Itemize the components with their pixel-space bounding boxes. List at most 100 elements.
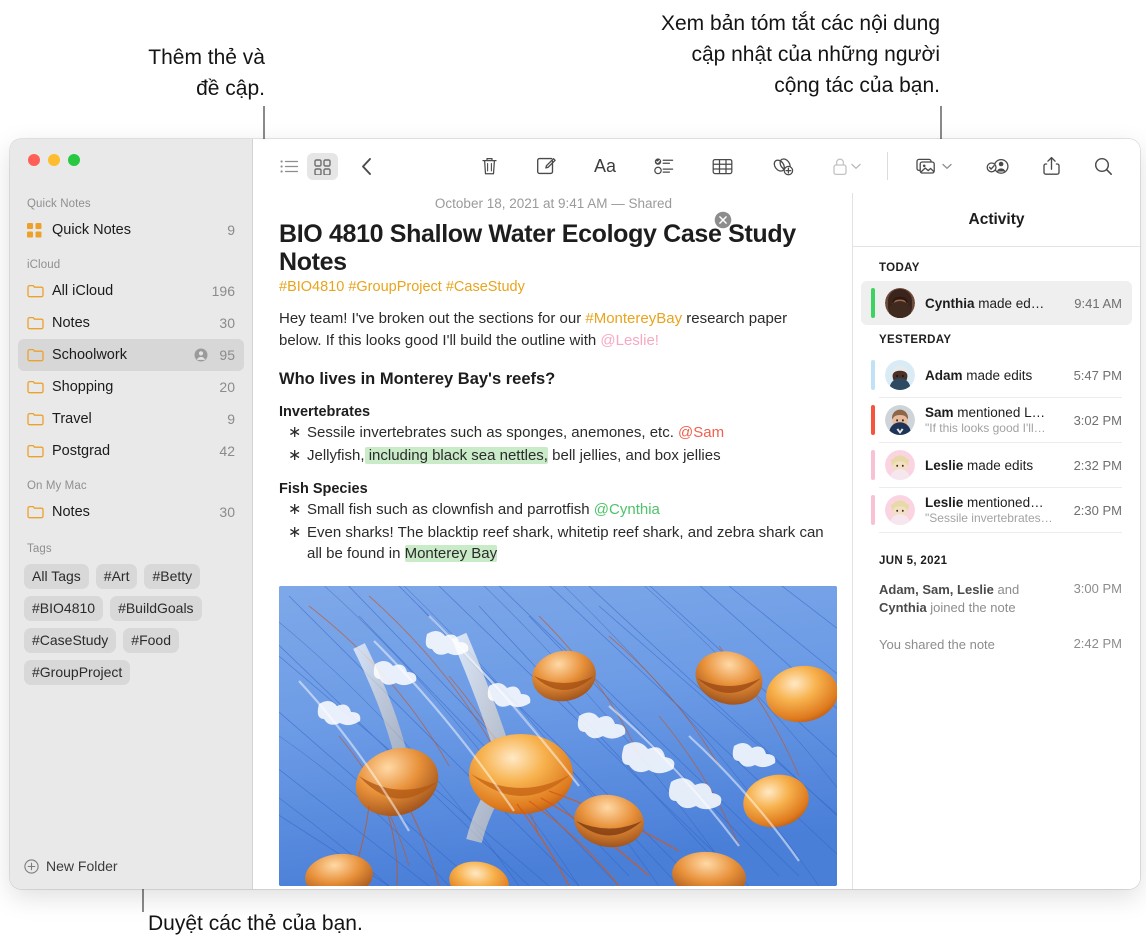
chevron-down-icon	[942, 163, 952, 170]
tag-chip-bio4810[interactable]: #BIO4810	[24, 596, 104, 622]
close-window-button[interactable]	[28, 154, 40, 166]
sidebar-item-shopping[interactable]: Shopping 20	[18, 371, 244, 403]
note-editor[interactable]: October 18, 2021 at 9:41 AM — Shared BIO…	[253, 193, 853, 889]
activity-joined-mid: and	[993, 582, 1020, 597]
activity-joined-text: Adam, Sam, Leslie and Cynthia joined the…	[879, 581, 1066, 617]
notes-window: Quick Notes Quick Notes 9 iCloud All iCl…	[10, 139, 1140, 889]
activity-item-you-shared: You shared the note 2:42 PM	[853, 624, 1140, 661]
activity-group-title-yesterday: YESTERDAY	[879, 334, 952, 346]
minimize-window-button[interactable]	[48, 154, 60, 166]
sidebar-item-label: Notes	[52, 504, 90, 520]
tag-chip-buildgoals[interactable]: #BuildGoals	[110, 596, 202, 622]
avatar	[885, 405, 915, 435]
intro-mention-leslie[interactable]: @Leslie!	[600, 332, 659, 349]
gallery-view-icon[interactable]	[307, 152, 338, 180]
activity-action: made edits	[963, 457, 1034, 473]
bullet-text-pre: Even sharks! The blacktip reef shark, wh…	[307, 524, 824, 562]
sidebar-item-schoolwork[interactable]: Schoolwork 95	[18, 339, 244, 371]
sidebar-scroll-area[interactable]: Quick Notes Quick Notes 9 iCloud All iCl…	[10, 191, 252, 841]
checklist-icon[interactable]	[648, 152, 680, 180]
note-bullet-list-invertebrates: Sessile invertebrates such as sponges, a…	[279, 422, 828, 466]
sidebar-item-quick-notes[interactable]: Quick Notes 9	[18, 214, 244, 246]
activity-shared-text: You shared the note	[879, 637, 995, 652]
tag-chip-groupproject[interactable]: #GroupProject	[24, 660, 131, 686]
list-item: Even sharks! The blacktip reef shark, wh…	[279, 522, 828, 564]
sidebar-item-label: Travel	[52, 411, 92, 427]
add-link-icon[interactable]	[765, 152, 800, 181]
folder-icon	[27, 284, 49, 298]
note-hashtags[interactable]: #BIO4810 #GroupProject #CaseStudy	[279, 279, 828, 295]
activity-list[interactable]: TODAY Cynthia made ed… 9:41 AM YESTERDAY	[853, 247, 1140, 889]
activity-item-text: Leslie made edits	[925, 458, 1066, 473]
tag-chip-casestudy[interactable]: #CaseStudy	[24, 628, 117, 654]
activity-action: made edits	[962, 367, 1033, 383]
activity-item-adam-edits[interactable]: Adam made edits 5:47 PM	[861, 353, 1132, 397]
activity-item-quote: "Sessile invertebrates…	[925, 511, 1053, 525]
avatar	[885, 450, 915, 480]
list-item: Small fish such as clownfish and parrotf…	[279, 499, 828, 520]
search-icon[interactable]	[1088, 152, 1119, 181]
list-view-icon[interactable]	[274, 154, 305, 179]
intro-hashtag[interactable]: #MontereyBay	[585, 310, 682, 327]
activity-item-title: Leslie made edits	[925, 458, 1066, 473]
tag-chip-food[interactable]: #Food	[123, 628, 179, 654]
toolbar-divider	[887, 152, 888, 180]
note-date: October 18, 2021 at 9:41 AM — Shared	[434, 196, 673, 211]
jellyfish-photo[interactable]	[279, 586, 837, 886]
shared-folder-icon	[194, 348, 208, 362]
sidebar-item-notes-icloud[interactable]: Notes 30	[18, 307, 244, 339]
mention-cynthia[interactable]: @Cynthia	[594, 501, 660, 518]
share-icon[interactable]	[1037, 151, 1066, 181]
callout-browse-tags: Duyệt các thẻ của bạn.	[148, 912, 363, 935]
folder-icon	[27, 348, 49, 362]
mention-sam[interactable]: @Sam	[678, 424, 724, 441]
media-icon[interactable]	[910, 152, 958, 181]
activity-item-cynthia-edits[interactable]: Cynthia made ed… 9:41 AM	[861, 281, 1132, 325]
format-aa-icon[interactable]: Aa	[588, 151, 622, 182]
activity-item-time: 2:42 PM	[1073, 636, 1122, 651]
new-folder-button[interactable]: New Folder	[10, 843, 252, 889]
highlighted-text: Monterey Bay	[404, 545, 498, 562]
bullet-text-pre: Jellyfish,	[307, 447, 365, 464]
activity-item-joined-note: Adam, Sam, Leslie and Cynthia joined the…	[853, 574, 1140, 624]
window-controls	[28, 154, 80, 166]
sidebar-item-count: 196	[211, 283, 235, 299]
activity-item-time: 5:47 PM	[1073, 367, 1122, 383]
close-icon[interactable]	[714, 211, 732, 229]
avatar	[885, 288, 915, 318]
compose-icon[interactable]	[530, 151, 562, 181]
sidebar-item-postgrad[interactable]: Postgrad 42	[18, 435, 244, 467]
zoom-window-button[interactable]	[68, 154, 80, 166]
activity-color-bar	[871, 360, 875, 390]
activity-item-text: Leslie mentioned… "Sessile invertebrates…	[925, 495, 1066, 525]
activity-title: Activity	[968, 210, 1025, 228]
tag-chip-art[interactable]: #Art	[95, 564, 138, 590]
activity-item-leslie-edits[interactable]: Leslie made edits 2:32 PM	[861, 443, 1132, 487]
body-area: October 18, 2021 at 9:41 AM — Shared BIO…	[253, 193, 1140, 889]
activity-joined-names2: Cynthia	[879, 600, 927, 615]
jellyfish-photo-graphic	[279, 586, 837, 886]
activity-item-sam-mention[interactable]: Sam mentioned L… "If this looks good I'l…	[861, 398, 1132, 442]
sidebar-item-all-icloud[interactable]: All iCloud 196	[18, 275, 244, 307]
folder-icon	[27, 444, 49, 458]
sidebar-item-count: 9	[227, 222, 235, 238]
sidebar-item-notes-local[interactable]: Notes 30	[18, 496, 244, 528]
table-icon[interactable]	[706, 153, 739, 180]
sidebar-section-tags-title: Tags	[27, 543, 52, 555]
tag-chip-all-tags[interactable]: All Tags	[24, 564, 89, 590]
sidebar-item-label: Postgrad	[52, 443, 111, 459]
activity-color-bar	[871, 288, 875, 318]
lock-icon[interactable]	[826, 152, 867, 181]
sidebar-item-count: 30	[219, 315, 235, 331]
collaborate-icon[interactable]	[980, 152, 1015, 181]
activity-item-leslie-mention[interactable]: Leslie mentioned… "Sessile invertebrates…	[861, 488, 1132, 532]
sidebar-item-travel[interactable]: Travel 9	[18, 403, 244, 435]
callout-add-tags-mentions: Thêm thẻ và đề cập.	[148, 46, 265, 100]
activity-item-time: 9:41 AM	[1074, 295, 1122, 311]
back-chevron-icon[interactable]	[354, 152, 379, 181]
activity-item-title: Adam made edits	[925, 368, 1066, 383]
activity-group-title-today: TODAY	[879, 262, 920, 274]
tag-browser: All Tags #Art #Betty #BIO4810 #BuildGoal…	[10, 559, 252, 686]
trash-icon[interactable]	[475, 151, 504, 181]
tag-chip-betty[interactable]: #Betty	[144, 564, 201, 590]
